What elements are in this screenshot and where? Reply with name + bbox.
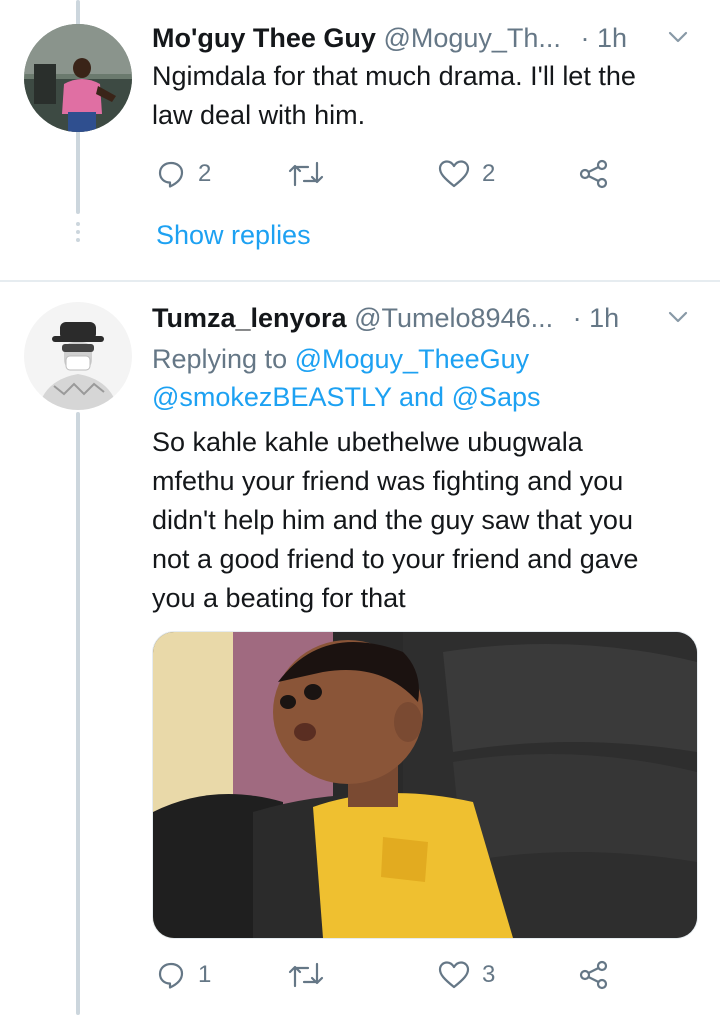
chevron-down-icon[interactable] (667, 306, 689, 328)
display-name[interactable]: Tumza_lenyora (152, 303, 347, 333)
like-button[interactable]: 2 (438, 154, 495, 194)
mention-link[interactable]: @Moguy_TheeGuy (295, 344, 530, 374)
tweet-text-line: didn't help him and the guy saw that you (152, 505, 633, 535)
like-count: 2 (482, 160, 496, 187)
thread-gap-dots (76, 222, 80, 246)
chevron-down-icon[interactable] (667, 26, 689, 48)
retweet-icon (288, 159, 324, 189)
reply-count: 1 (198, 961, 212, 988)
retweet-button[interactable] (288, 154, 336, 194)
tweet-text-line: mfethu your friend was fighting and you (152, 466, 624, 496)
replying-to-label: Replying to (152, 344, 288, 374)
retweet-icon (288, 960, 324, 990)
tweet-actions: 2 2 (152, 154, 622, 194)
like-count: 3 (482, 961, 496, 988)
tweet-text: So kahle kahle ubethelwe ubugwala mfethu… (152, 423, 697, 618)
mention-and[interactable]: and (399, 382, 444, 412)
replying-to: Replying to @Moguy_TheeGuy @smokezBEASTL… (152, 340, 697, 416)
share-button[interactable] (578, 955, 610, 995)
tweet-text-line: not a good friend to your friend and gav… (152, 544, 639, 574)
tweet-text-line: Ngimdala for that much drama. I'll let t… (152, 61, 636, 91)
show-replies-link[interactable]: Show replies (156, 217, 311, 253)
user-handle[interactable]: @Tumelo8946... (354, 303, 553, 333)
timestamp[interactable]: · 1h (573, 303, 620, 333)
heart-icon (438, 960, 470, 990)
reply-icon (156, 960, 186, 990)
like-button[interactable]: 3 (438, 955, 495, 995)
share-icon (578, 959, 610, 991)
tweet-header: Mo'guy Thee Guy @Moguy_Th... · 1h (152, 20, 627, 56)
tweet-actions: 1 3 (152, 955, 622, 995)
reply-icon (156, 159, 186, 189)
reply-button[interactable]: 1 (156, 955, 211, 995)
reply-button[interactable]: 2 (156, 154, 211, 194)
mention-link[interactable]: @smokezBEASTLY (152, 382, 392, 412)
tweet-media-image[interactable] (152, 631, 698, 939)
tweet-header: Tumza_lenyora @Tumelo8946... · 1h (152, 300, 619, 336)
tweet-text: Ngimdala for that much drama. I'll let t… (152, 57, 697, 135)
reply-count: 2 (198, 160, 212, 187)
heart-icon (438, 159, 470, 189)
thread-connector-line-2 (76, 412, 80, 1015)
tweet-text-line: you a beating for that (152, 583, 406, 613)
retweet-button[interactable] (288, 955, 336, 995)
avatar[interactable] (24, 24, 132, 132)
display-name[interactable]: Mo'guy Thee Guy (152, 23, 376, 53)
share-icon (578, 158, 610, 190)
share-button[interactable] (578, 154, 610, 194)
timestamp[interactable]: · 1h (580, 23, 627, 53)
tweet-text-line: law deal with him. (152, 100, 366, 130)
avatar[interactable] (24, 302, 132, 410)
tweet-text-line: So kahle kahle ubethelwe ubugwala (152, 427, 583, 457)
mention-link[interactable]: @Saps (452, 382, 541, 412)
user-handle[interactable]: @Moguy_Th... (383, 23, 560, 53)
tweet-divider (0, 280, 720, 282)
